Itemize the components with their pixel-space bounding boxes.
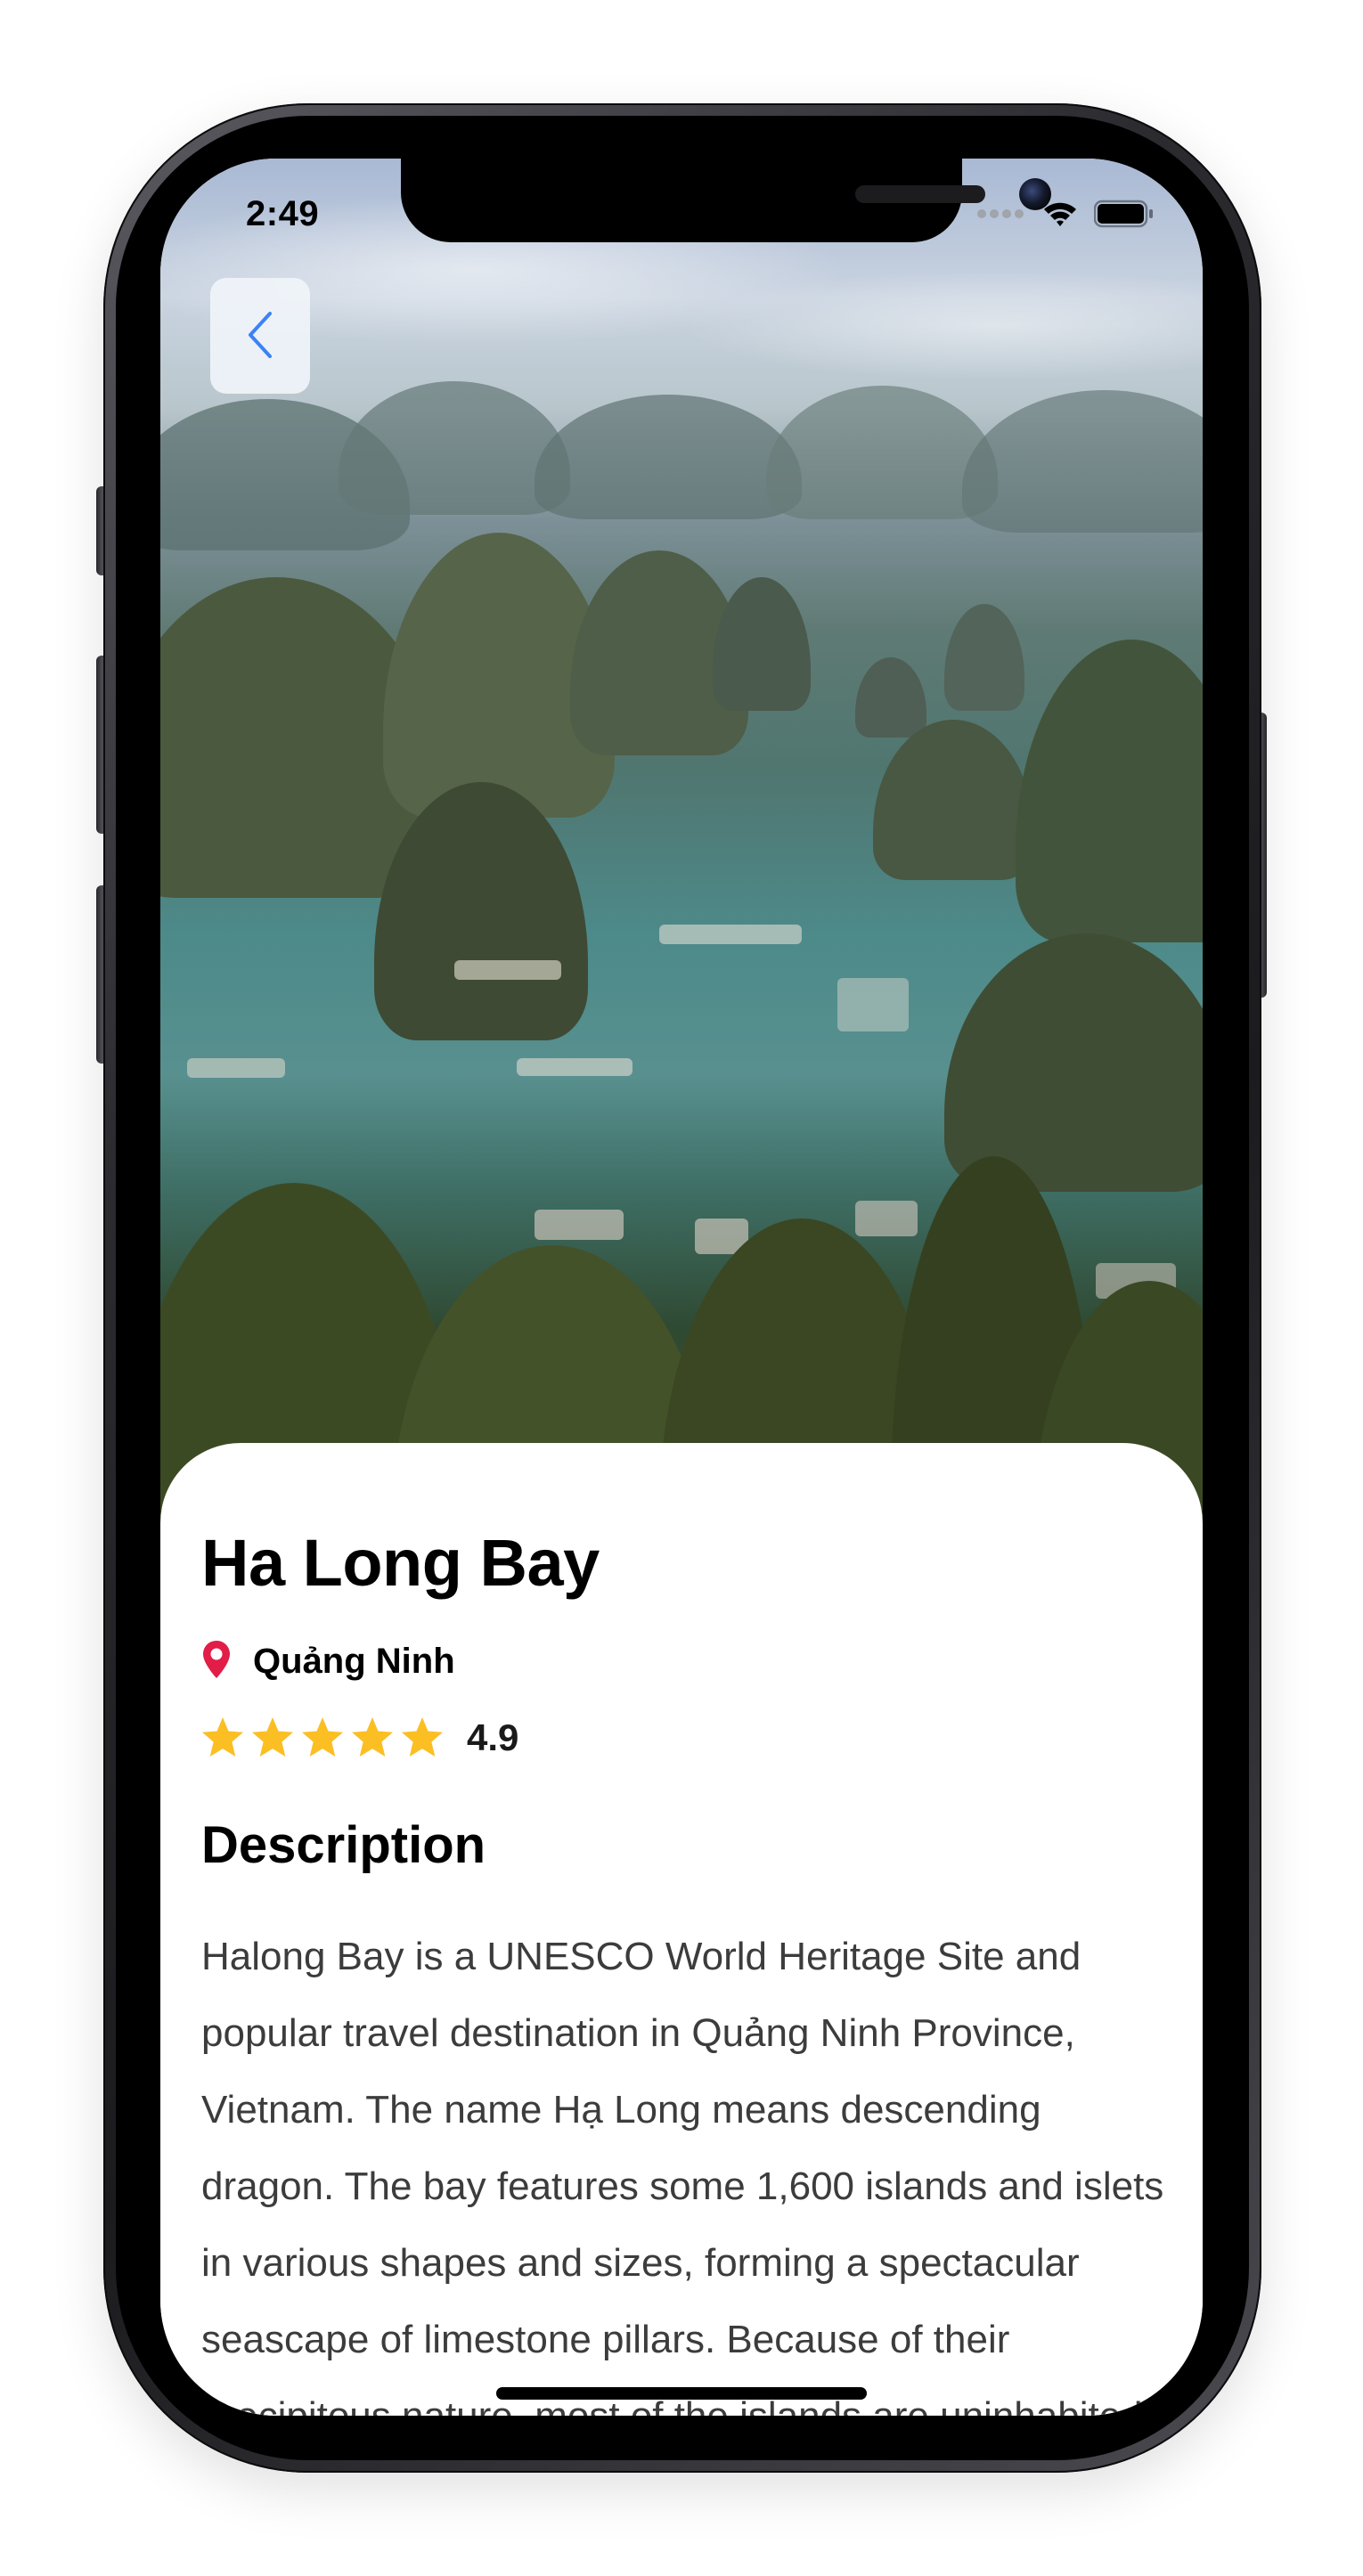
star-icon <box>249 1716 296 1760</box>
location-label: Quảng Ninh <box>253 1642 455 1681</box>
location-row: Quảng Ninh <box>201 1639 455 1684</box>
place-title: Ha Long Bay <box>201 1526 600 1600</box>
star-icon <box>349 1716 396 1760</box>
app-screen: 2:49 Ha Long Bay Quảng Ninh 4.9 Descript… <box>160 159 1203 2416</box>
home-indicator[interactable] <box>496 2387 867 2400</box>
details-card: Ha Long Bay Quảng Ninh 4.9 Description H… <box>160 1443 1203 2416</box>
description-text: Halong Bay is a UNESCO World Heritage Si… <box>201 1935 1164 2416</box>
earpiece-speaker <box>855 185 985 203</box>
rating-row: 4.9 <box>200 1716 518 1760</box>
cellular-dots-icon <box>976 208 1026 224</box>
chevron-left-icon <box>245 310 275 363</box>
map-pin-icon <box>201 1639 232 1684</box>
front-camera <box>1019 178 1051 210</box>
wifi-icon <box>1042 200 1078 232</box>
rating-value: 4.9 <box>467 1716 519 1758</box>
status-time: 2:49 <box>246 194 320 233</box>
status-indicators <box>976 200 1155 232</box>
description-heading: Description <box>201 1816 486 1874</box>
device-mockup: 2:49 Ha Long Bay Quảng Ninh 4.9 Descript… <box>0 0 1363 2576</box>
device-notch <box>401 159 1051 242</box>
star-icon <box>200 1716 246 1760</box>
star-icon <box>399 1716 445 1760</box>
star-icon <box>299 1716 346 1760</box>
hero-image <box>160 159 1203 1646</box>
battery-icon <box>1093 200 1155 232</box>
back-button[interactable] <box>210 278 310 394</box>
